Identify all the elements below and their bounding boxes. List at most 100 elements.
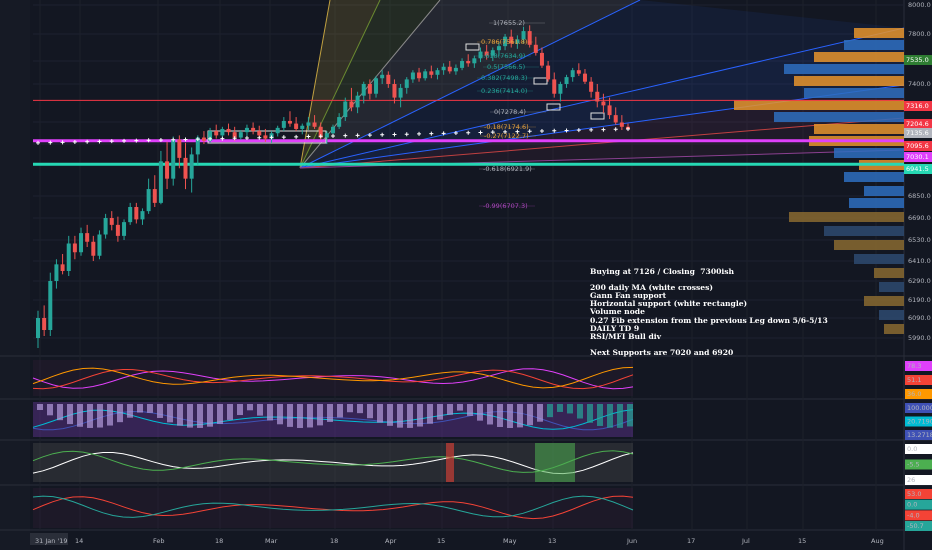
histogram-bar bbox=[307, 404, 313, 428]
histogram-bar bbox=[477, 404, 483, 421]
candle-body bbox=[103, 218, 108, 235]
candle-body bbox=[134, 207, 139, 220]
candle-body bbox=[460, 61, 465, 68]
highlight-zone bbox=[446, 443, 454, 482]
price-tag-label: 7316.0 bbox=[906, 102, 929, 110]
y-tick-label: 6690.0 bbox=[908, 214, 931, 222]
pane-value: -4.0 bbox=[907, 511, 920, 519]
volume-profile-bar bbox=[784, 64, 904, 74]
candle-body bbox=[552, 79, 557, 94]
price-tag-label: 7135.6 bbox=[906, 129, 929, 137]
fib-label: -0.99(6707.3) bbox=[483, 202, 528, 210]
candle-body bbox=[410, 72, 415, 80]
candle-body bbox=[595, 91, 600, 102]
histogram-bar bbox=[457, 404, 463, 411]
pane-value: -50.7 bbox=[907, 522, 924, 530]
fib-label: -0.618(6921.9) bbox=[483, 165, 532, 173]
candle-body bbox=[404, 79, 409, 88]
volume-profile-bar bbox=[814, 52, 904, 62]
candle-body bbox=[294, 123, 299, 129]
fib-label: 1(7655.2) bbox=[493, 19, 525, 27]
volume-profile-bar bbox=[874, 268, 904, 278]
histogram-bar bbox=[627, 404, 633, 427]
histogram-bar bbox=[377, 404, 383, 423]
histogram-bar bbox=[497, 404, 503, 427]
histogram-bar bbox=[467, 404, 473, 416]
price-tag: 7204.6 bbox=[904, 119, 932, 129]
histogram-bar bbox=[567, 404, 573, 414]
histogram-bar bbox=[67, 404, 73, 425]
pane-value: 0.0 bbox=[907, 501, 917, 509]
histogram-bar bbox=[337, 404, 343, 418]
fib-label: 0.618(7634.9) bbox=[479, 52, 525, 60]
candle-body bbox=[115, 224, 120, 236]
volume-profile-bar bbox=[824, 226, 904, 236]
candle-body bbox=[564, 77, 569, 84]
histogram-bar bbox=[577, 404, 583, 419]
histogram-bar bbox=[227, 404, 233, 420]
candle-body bbox=[582, 73, 587, 82]
candle-body bbox=[539, 52, 544, 66]
volume-profile-bar bbox=[864, 186, 904, 196]
histogram-bar bbox=[237, 404, 243, 416]
candle-body bbox=[312, 122, 317, 127]
candle-body bbox=[122, 222, 127, 236]
x-tick-label: 15 bbox=[437, 537, 445, 545]
candle-body bbox=[220, 128, 225, 136]
x-tick-label: 18 bbox=[330, 537, 338, 545]
candle-body bbox=[54, 264, 59, 281]
candle-body bbox=[466, 61, 471, 64]
candle-body bbox=[453, 67, 458, 72]
candle-body bbox=[527, 31, 532, 45]
candle-body bbox=[619, 122, 624, 127]
x-tick-label: Mar bbox=[265, 537, 278, 545]
candle-body bbox=[263, 135, 268, 139]
candle-body bbox=[158, 161, 163, 203]
candle-body bbox=[36, 318, 40, 338]
candle-body bbox=[601, 101, 606, 106]
x-tick-label: Jun bbox=[626, 537, 637, 545]
candle-body bbox=[429, 71, 434, 75]
histogram-bar bbox=[57, 404, 63, 421]
price-tag: 7535.0 bbox=[904, 55, 932, 65]
volume-profile-bar bbox=[849, 198, 904, 208]
histogram-bar bbox=[287, 404, 293, 427]
candle-body bbox=[558, 84, 563, 94]
x-tick-label: Jul bbox=[741, 537, 750, 545]
candle-body bbox=[171, 139, 176, 179]
candle-body bbox=[48, 281, 53, 330]
y-tick-label: 6530.0 bbox=[908, 236, 931, 244]
candle-body bbox=[546, 65, 551, 80]
pane-value: 36.0 bbox=[907, 390, 921, 398]
histogram-bar bbox=[47, 404, 53, 416]
histogram-bar bbox=[387, 404, 393, 426]
candle-body bbox=[441, 66, 446, 71]
candle-body bbox=[140, 211, 145, 220]
candle-body bbox=[570, 70, 575, 78]
candle-body bbox=[177, 139, 182, 158]
x-tick-label: 13 bbox=[548, 537, 556, 545]
pane-value: 20.7190 bbox=[907, 418, 932, 426]
candle-body bbox=[128, 207, 133, 223]
pane-value: 100.0000 bbox=[907, 404, 932, 412]
histogram-bar bbox=[357, 404, 363, 414]
price-tag: 7095.6 bbox=[904, 141, 932, 151]
candle-body bbox=[435, 70, 440, 75]
histogram-bar bbox=[107, 404, 113, 426]
histogram-bar bbox=[587, 404, 593, 423]
histogram-bar bbox=[517, 404, 523, 428]
fib-label: 0.5(7566.5) bbox=[487, 63, 525, 71]
volume-profile-bar bbox=[834, 240, 904, 250]
candle-body bbox=[60, 264, 65, 271]
candle-body bbox=[496, 46, 501, 51]
candle-body bbox=[386, 74, 391, 84]
histogram-bar bbox=[317, 404, 323, 426]
price-tag-label: 7030.1 bbox=[906, 153, 929, 161]
candle-body bbox=[251, 127, 256, 132]
candle-body bbox=[66, 243, 71, 271]
candle-body bbox=[79, 233, 84, 253]
histogram-bar bbox=[247, 404, 253, 411]
candle-body bbox=[189, 154, 194, 179]
candle-body bbox=[472, 58, 477, 64]
histogram-bar bbox=[297, 404, 303, 428]
